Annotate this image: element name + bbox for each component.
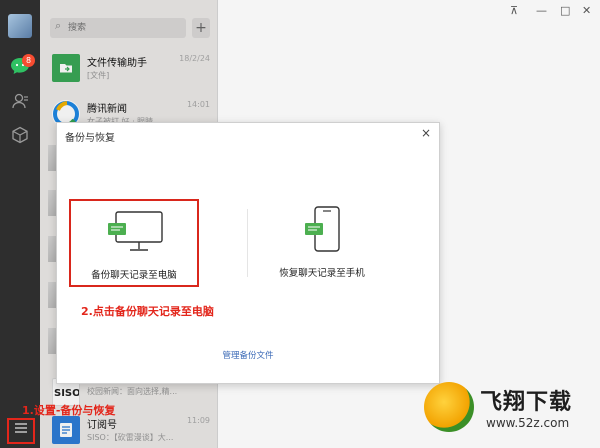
minimize-icon[interactable]: —	[536, 4, 547, 17]
contacts-icon[interactable]	[10, 92, 30, 112]
annotation-step1: 1.设置-备份与恢复	[22, 404, 116, 417]
watermark-brand: 飞翔下载	[480, 390, 573, 415]
restore-to-phone-button[interactable]: 恢复聊天记录至手机	[257, 199, 387, 287]
pin-icon[interactable]: ⊼	[510, 4, 518, 17]
close-icon[interactable]: ✕	[582, 4, 591, 17]
watermark-url: www.52z.com	[486, 416, 570, 430]
watermark: 飞翔下载 www.52z.com	[424, 378, 600, 448]
manage-backup-link[interactable]: 管理备份文件	[57, 349, 439, 361]
backup-to-pc-button[interactable]: 备份聊天记录至电脑	[69, 199, 199, 287]
backup-restore-dialog: 备份与恢复 × 备份聊天记录至电脑 恢复聊天记录至手机 2.点击备份聊天记录至电…	[56, 122, 440, 384]
backup-label: 备份聊天记录至电脑	[91, 270, 177, 281]
box-icon[interactable]	[10, 126, 30, 146]
divider	[247, 209, 248, 277]
watermark-logo-icon	[424, 382, 474, 432]
restore-label: 恢复聊天记录至手机	[279, 268, 365, 279]
monitor-icon	[108, 211, 163, 251]
maximize-icon[interactable]: □	[560, 4, 570, 17]
dialog-title: 备份与恢复	[65, 133, 115, 144]
menu-icon[interactable]	[7, 418, 35, 444]
avatar[interactable]	[8, 14, 32, 38]
nav-rail: 8	[0, 0, 40, 448]
annotation-step2: 2.点击备份聊天记录至电脑	[81, 305, 214, 318]
close-icon[interactable]: ×	[421, 126, 431, 140]
unread-badge: 8	[22, 54, 35, 67]
phone-icon	[305, 206, 340, 252]
